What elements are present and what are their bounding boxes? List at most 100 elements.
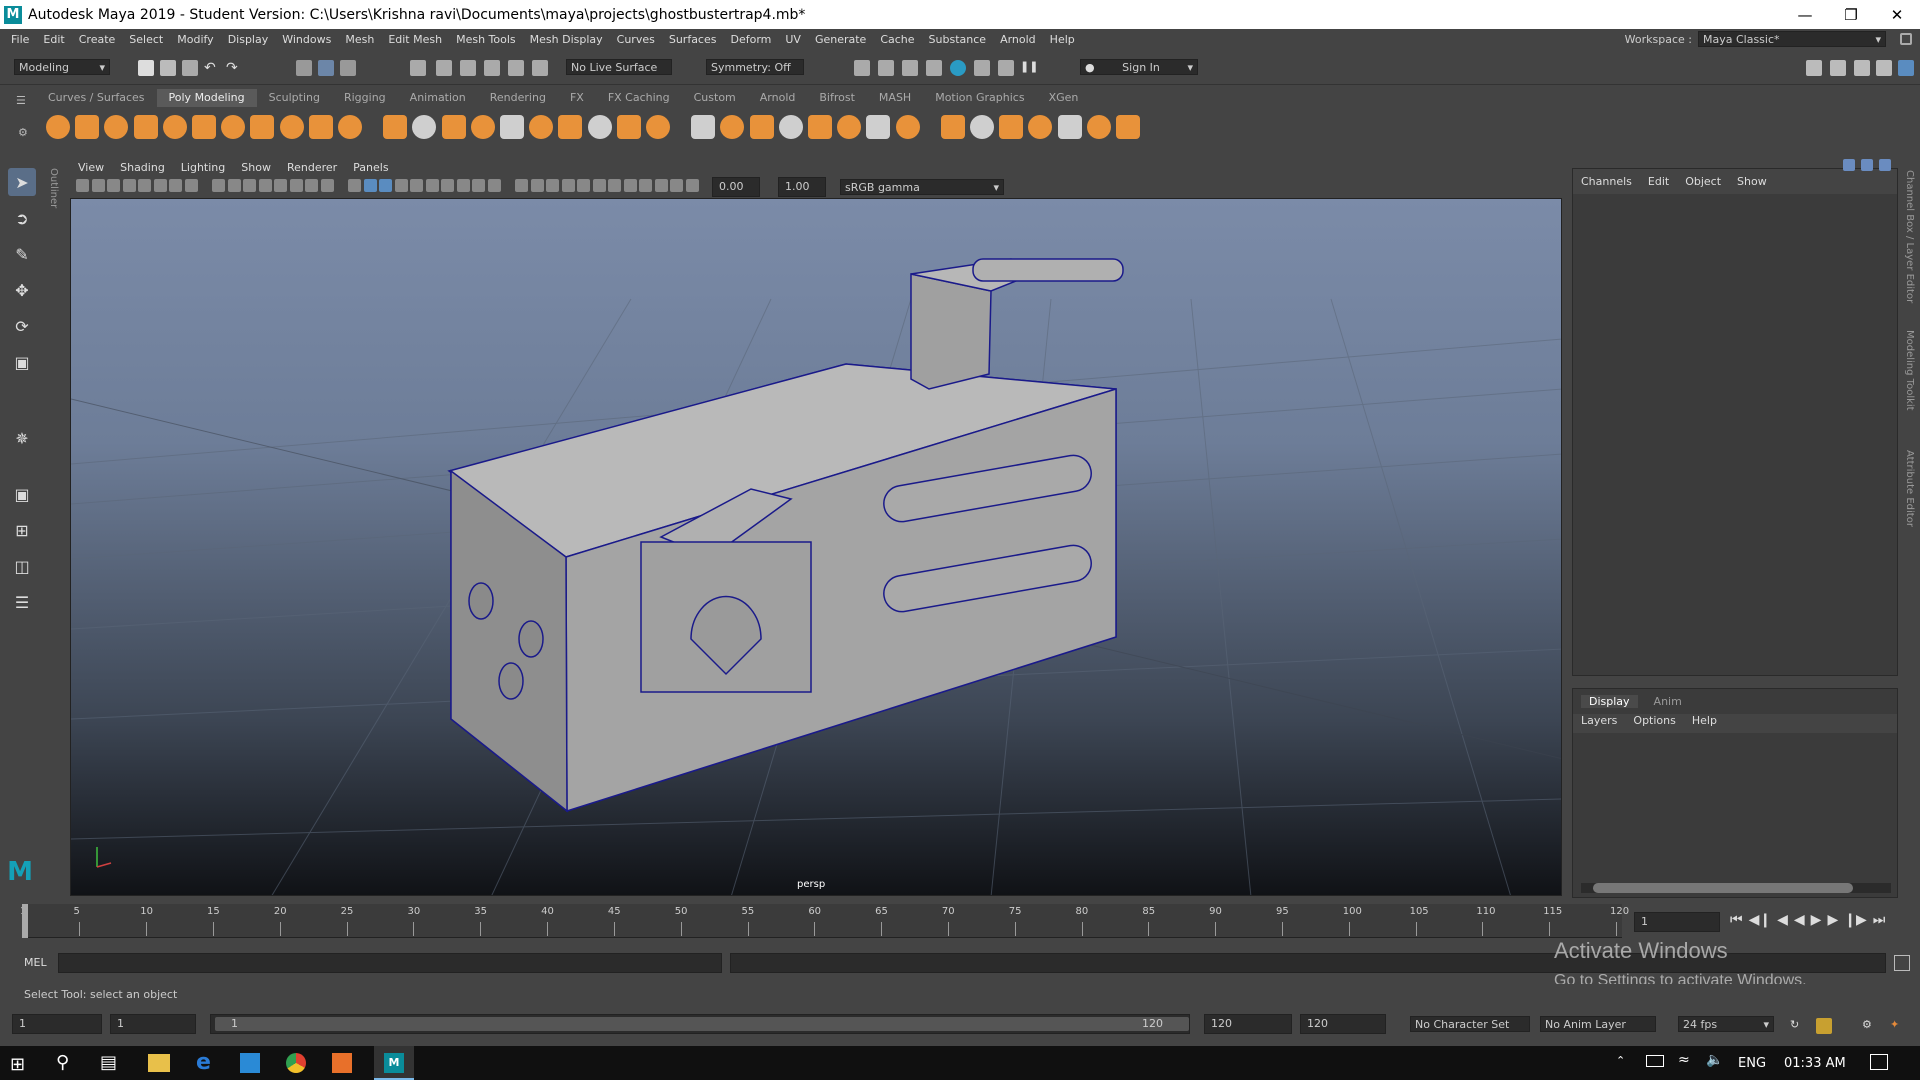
close-button[interactable]: ✕ — [1874, 0, 1920, 29]
go-to-start-icon[interactable]: ⏮ — [1730, 912, 1743, 928]
outliner-side-label[interactable]: Outliner — [48, 168, 59, 208]
menu-item-mesh-tools[interactable]: Mesh Tools — [449, 33, 523, 46]
outliner-layout-icon[interactable]: ☰ — [8, 588, 36, 616]
snap-curve-icon[interactable] — [436, 60, 452, 76]
exposure-field[interactable]: 0.00 — [712, 177, 760, 197]
shelf-tab-bifrost[interactable]: Bifrost — [807, 89, 867, 107]
current-time-marker[interactable] — [22, 904, 28, 938]
shelf-tab-sculpting[interactable]: Sculpting — [257, 89, 332, 107]
sphere-shelf-icon[interactable] — [46, 115, 70, 139]
fps-dropdown[interactable]: 24 fps ▾ — [1678, 1016, 1774, 1032]
layer-menu-layers[interactable]: Layers — [1581, 714, 1617, 727]
snap-surface-icon[interactable] — [508, 60, 524, 76]
fill-hole-shelf-icon[interactable] — [837, 115, 862, 139]
bridge-shelf-icon[interactable] — [720, 115, 745, 139]
viewport-tool-29-icon[interactable] — [546, 179, 559, 192]
action-center-icon[interactable] — [1870, 1054, 1888, 1070]
ghost-trap-model[interactable] — [447, 258, 1124, 813]
lock-icon[interactable] — [1900, 33, 1912, 45]
torus-shelf-icon[interactable] — [162, 115, 187, 139]
menu-item-windows[interactable]: Windows — [275, 33, 338, 46]
attribute-editor-icon[interactable] — [1854, 60, 1870, 76]
auto-key-icon[interactable] — [1816, 1018, 1832, 1034]
volume-icon[interactable]: 🔈 — [1706, 1052, 1723, 1068]
attribute-editor-side-label[interactable]: Attribute Editor — [1904, 450, 1915, 527]
menu-item-modify[interactable]: Modify — [170, 33, 220, 46]
channel-box-side-label[interactable]: Channel Box / Layer Editor — [1904, 170, 1915, 303]
xampp-icon[interactable] — [332, 1053, 352, 1073]
menu-item-curves[interactable]: Curves — [610, 33, 662, 46]
live-surface-field[interactable]: No Live Surface — [566, 59, 672, 75]
viewport-tool-28-icon[interactable] — [530, 179, 544, 192]
wifi-icon[interactable]: ≈ — [1678, 1052, 1690, 1068]
menu-item-edit[interactable]: Edit — [36, 33, 71, 46]
channel-box-menu-edit[interactable]: Edit — [1648, 175, 1669, 188]
extrude-shelf-icon[interactable] — [749, 115, 774, 139]
menu-item-uv[interactable]: UV — [778, 33, 808, 46]
light-editor-icon[interactable] — [998, 60, 1014, 76]
smooth-shelf-icon[interactable] — [587, 115, 612, 139]
menu-item-mesh[interactable]: Mesh — [338, 33, 381, 46]
channel-box-menu-show[interactable]: Show — [1737, 175, 1767, 188]
channel-box-icon[interactable] — [1898, 60, 1914, 76]
viewport-tool-1-icon[interactable] — [76, 179, 89, 192]
gamma-field[interactable]: 1.00 — [778, 177, 826, 197]
color-space-dropdown[interactable]: sRGB gamma ▾ — [840, 179, 1004, 195]
plane-shelf-icon[interactable] — [192, 115, 216, 139]
file-explorer-icon[interactable] — [148, 1054, 170, 1072]
tool-settings-icon[interactable] — [1876, 60, 1892, 76]
render-frame-icon[interactable] — [878, 60, 894, 76]
shelf-tab-fx[interactable]: FX — [558, 89, 596, 107]
search-icon[interactable]: ⚲ — [56, 1052, 69, 1073]
menu-item-generate[interactable]: Generate — [808, 33, 873, 46]
viewport-tool-10-icon[interactable] — [227, 179, 241, 192]
snap-grid-icon[interactable] — [410, 60, 426, 76]
viewport-menu-shading[interactable]: Shading — [112, 161, 173, 174]
viewport-tool-15-icon[interactable] — [305, 179, 318, 192]
character-set-dropdown[interactable]: No Character Set — [1410, 1016, 1530, 1032]
animation-start-field[interactable]: 1 — [12, 1014, 102, 1034]
menu-item-file[interactable]: File — [4, 33, 36, 46]
multi-cut-shelf-icon[interactable] — [866, 115, 891, 139]
shelf-tab-arnold[interactable]: Arnold — [748, 89, 808, 107]
step-forward-frame-icon[interactable]: ❙▶ — [1844, 912, 1867, 928]
viewport-menu-panels[interactable]: Panels — [345, 161, 396, 174]
cube-shelf-icon[interactable] — [75, 115, 100, 139]
viewport-tool-13-icon[interactable] — [274, 179, 287, 192]
script-job-icon[interactable]: ✦ — [1890, 1018, 1906, 1034]
save-scene-icon[interactable] — [182, 60, 198, 76]
command-input[interactable] — [58, 953, 722, 973]
viewport-tool-9-icon[interactable] — [212, 179, 225, 192]
menu-item-substance[interactable]: Substance — [922, 33, 994, 46]
viewport-tool-11-icon[interactable] — [243, 179, 256, 192]
viewport-menu-lighting[interactable]: Lighting — [173, 161, 233, 174]
menu-item-display[interactable]: Display — [221, 33, 276, 46]
scale-tool-icon[interactable]: ▣ — [8, 348, 36, 376]
go-to-end-icon[interactable]: ⏭ — [1873, 912, 1886, 928]
layer-editor-icon[interactable] — [1861, 159, 1873, 171]
last-tool-icon[interactable]: ✵ — [8, 424, 36, 452]
shelf-tab-curves-surfaces[interactable]: Curves / Surfaces — [36, 89, 157, 107]
show-hidden-icons-icon[interactable]: ⌃ — [1616, 1054, 1625, 1067]
auto-map-shelf-icon[interactable] — [1086, 115, 1111, 139]
mel-label[interactable]: MEL — [24, 956, 47, 969]
anim-prefs-icon[interactable]: ⚙ — [1862, 1018, 1878, 1034]
symmetry-dropdown[interactable]: Symmetry: Off — [706, 59, 804, 75]
open-scene-icon[interactable] — [160, 60, 176, 76]
current-frame-field[interactable]: 1 — [1634, 912, 1720, 932]
viewport-tool-18-icon[interactable] — [363, 179, 377, 192]
chrome-icon[interactable] — [286, 1053, 306, 1073]
separate-shelf-icon[interactable] — [558, 115, 583, 139]
restore-button[interactable]: ❐ — [1828, 0, 1874, 29]
viewport-tool-16-icon[interactable] — [320, 179, 334, 192]
viewport-tool-37-icon[interactable] — [670, 179, 683, 192]
viewport-tool-32-icon[interactable] — [592, 179, 606, 192]
move-tool-icon[interactable]: ✥ — [8, 276, 36, 304]
target-weld-shelf-icon[interactable] — [895, 115, 920, 139]
viewport-tool-4-icon[interactable] — [122, 179, 136, 192]
viewport-menu-renderer[interactable]: Renderer — [279, 161, 345, 174]
viewport-tool-7-icon[interactable] — [169, 179, 182, 192]
viewport-tool-33-icon[interactable] — [608, 179, 621, 192]
channel-box-menu-object[interactable]: Object — [1685, 175, 1721, 188]
viewport-tool-35-icon[interactable] — [639, 179, 652, 192]
